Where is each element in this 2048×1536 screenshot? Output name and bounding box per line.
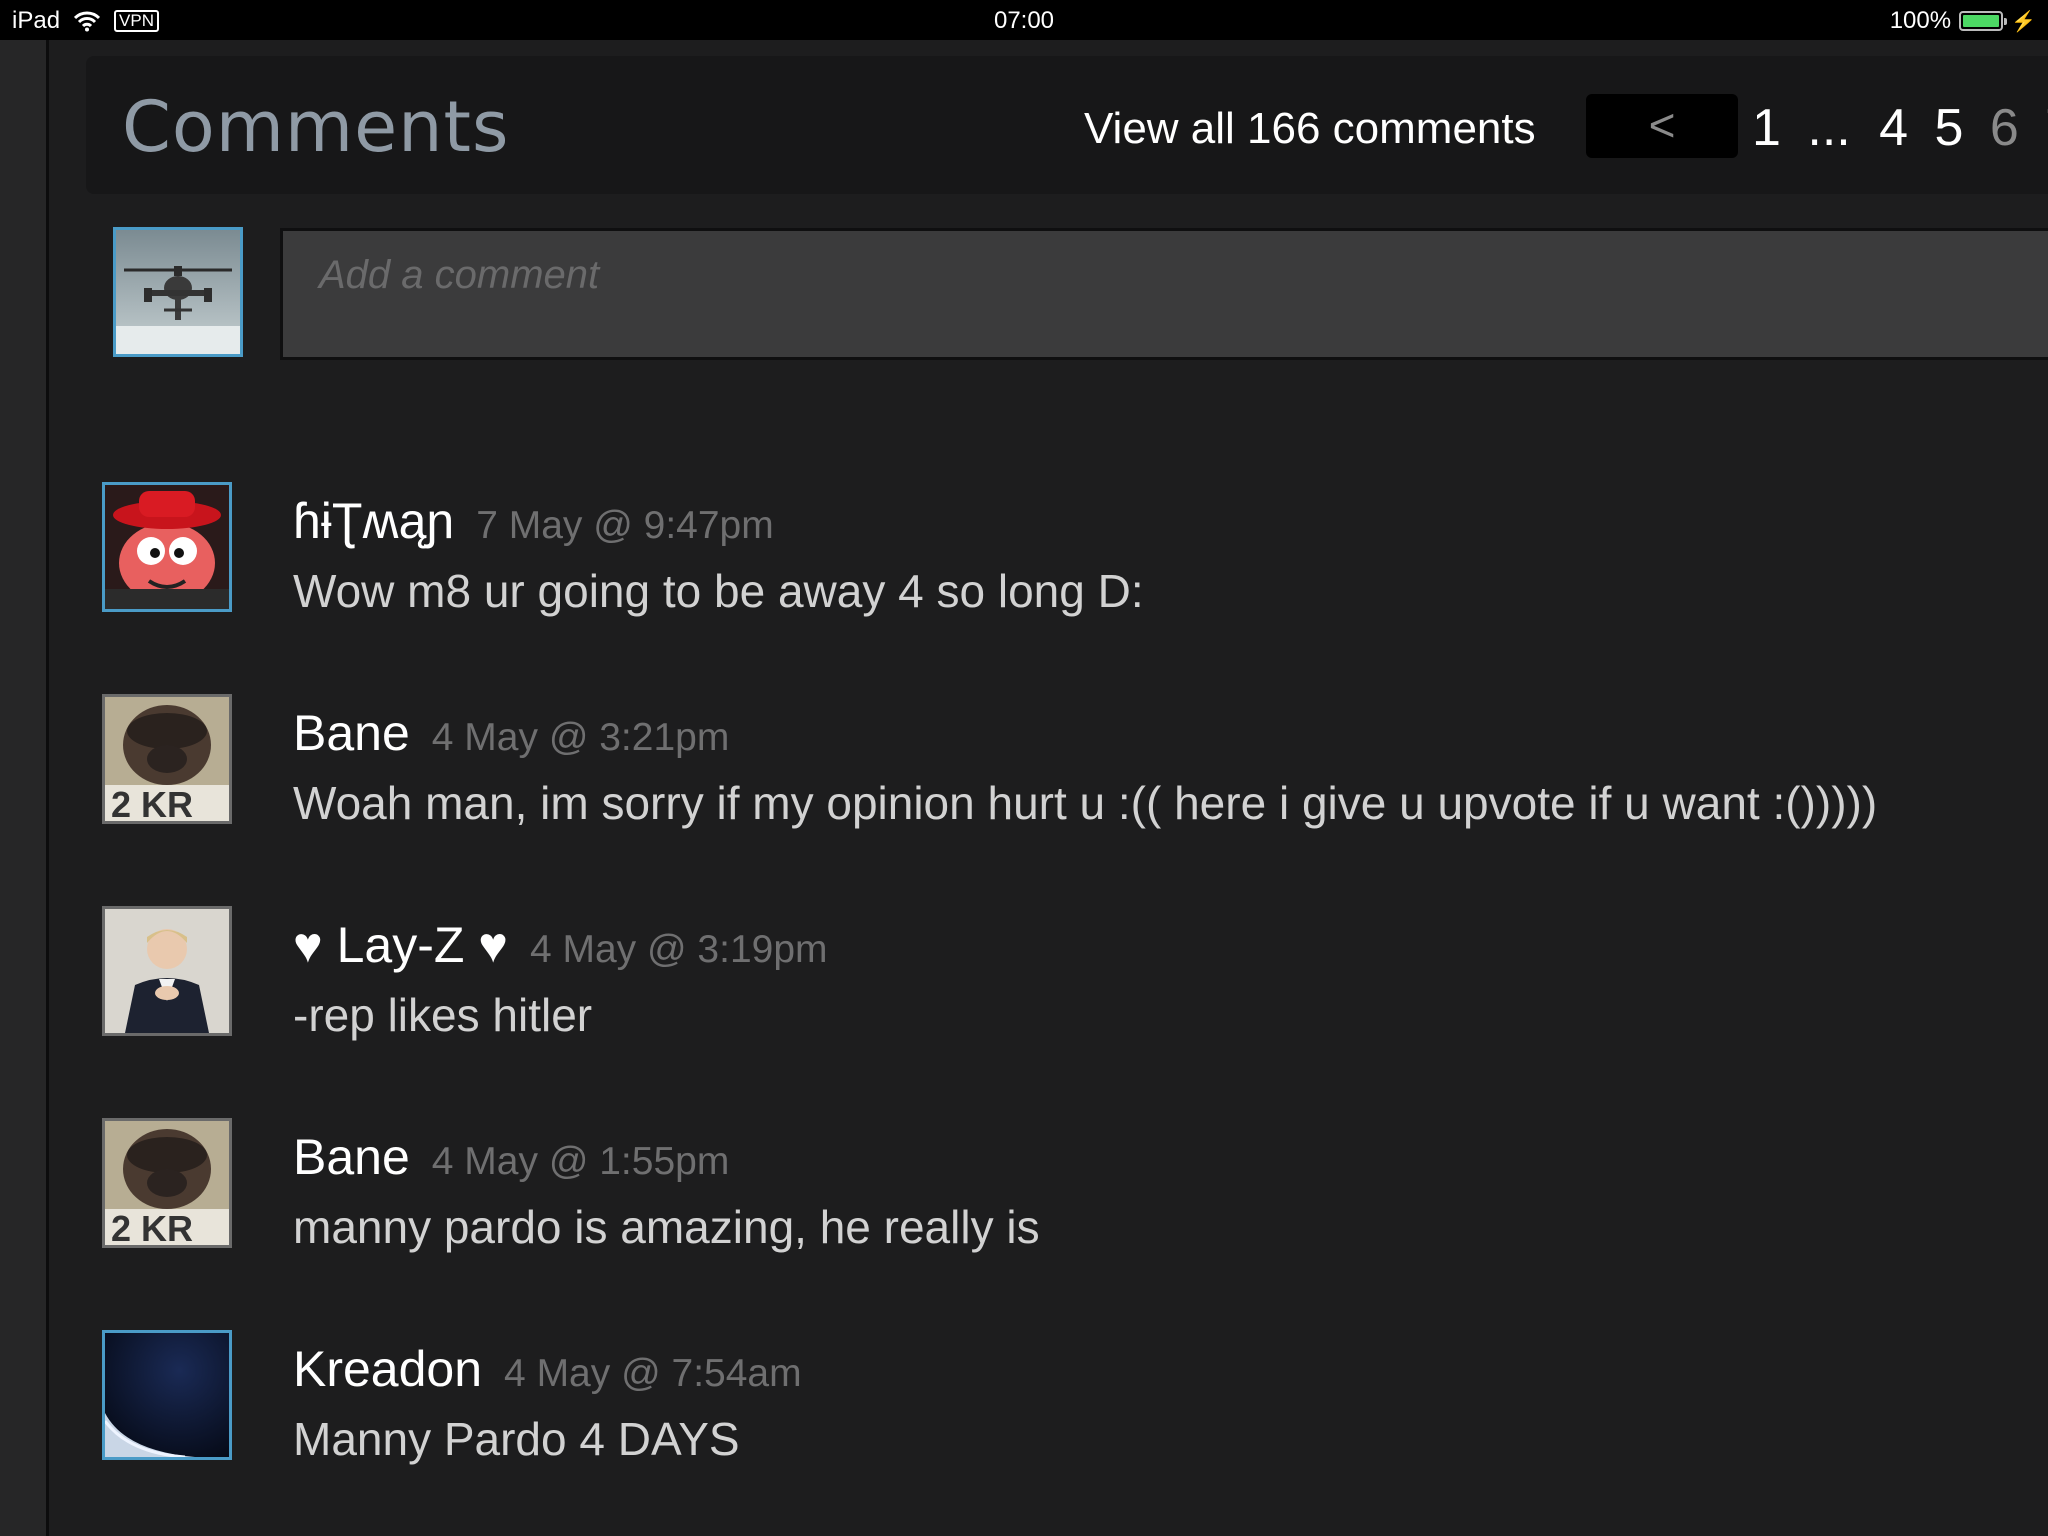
- comment-text: Manny Pardo 4 DAYS: [293, 1413, 740, 1465]
- page-link-6-current: 6: [1989, 99, 2019, 157]
- comment-timestamp: 4 May @ 3:21pm: [431, 716, 730, 759]
- comment-author[interactable]: ɦɨƮʍąɲ: [293, 493, 454, 549]
- page-ellipsis: ...: [1807, 99, 1851, 157]
- svg-text:2 KR: 2 KR: [111, 784, 193, 821]
- comments-header: Comments View all 166 comments < 1 ... 4…: [86, 56, 2048, 194]
- battery-icon: [1959, 11, 2008, 31]
- comment-item: ♥ Lay-Z ♥ 4 May @ 3:19pm -rep likes hitle…: [102, 906, 2042, 1046]
- add-comment-input[interactable]: [280, 228, 2048, 360]
- suited-man-avatar-icon: [105, 909, 229, 1033]
- clock: 07:00: [993, 7, 1055, 34]
- commenter-avatar[interactable]: [102, 1330, 232, 1460]
- battery-percent: 100%: [1889, 7, 1952, 34]
- current-user-avatar: [113, 227, 243, 357]
- comment-timestamp: 7 May @ 9:47pm: [476, 504, 774, 547]
- comment-item: ɦɨƮʍąɲ 7 May @ 9:47pm Wow m8 ur going to …: [102, 482, 2042, 622]
- planet-horizon-avatar-icon: [105, 1333, 229, 1457]
- comment-author[interactable]: ♥ Lay-Z ♥: [293, 917, 508, 973]
- page-link-1[interactable]: 1: [1752, 99, 1781, 157]
- charging-icon: ⚡: [2011, 10, 2036, 33]
- helicopter-avatar-icon: [116, 230, 240, 354]
- commenter-avatar[interactable]: [102, 482, 232, 612]
- comment-timestamp: 4 May @ 7:54am: [504, 1352, 802, 1395]
- comment-header: Bane 4 May @ 1:55pm: [293, 1128, 729, 1186]
- comment-item: Kreadon 4 May @ 7:54am Manny Pardo 4 DAYS: [102, 1330, 2042, 1470]
- commenter-avatar[interactable]: [102, 906, 232, 1036]
- comment-author[interactable]: Bane: [293, 705, 410, 761]
- left-panel-edge: [0, 40, 49, 1536]
- comment-timestamp: 4 May @ 3:19pm: [529, 928, 828, 971]
- comment-item: 2 KR Bane 4 May @ 1:55pm manny pardo is a…: [102, 1118, 2042, 1258]
- comment-text: Woah man, im sorry if my opinion hurt u …: [293, 777, 1878, 829]
- status-bar: iPad VPN 07:00 100% ⚡: [0, 0, 2048, 40]
- comment-author[interactable]: Kreadon: [293, 1341, 482, 1397]
- comment-text: -rep likes hitler: [293, 989, 593, 1041]
- page-link-4[interactable]: 4: [1879, 99, 1908, 157]
- svg-text:2 KR: 2 KR: [111, 1208, 193, 1245]
- commenter-avatar[interactable]: 2 KR: [102, 1118, 232, 1248]
- comment-header: Kreadon 4 May @ 7:54am: [293, 1340, 802, 1398]
- commenter-avatar[interactable]: 2 KR: [102, 694, 232, 824]
- comment-author[interactable]: Bane: [293, 1129, 410, 1185]
- previous-page-button[interactable]: <: [1586, 94, 1738, 158]
- battery-fill: [1963, 15, 2000, 27]
- masked-bear-avatar-icon: 2 KR: [105, 697, 229, 821]
- comment-timestamp: 4 May @ 1:55pm: [431, 1140, 730, 1183]
- masked-bear-avatar-icon: 2 KR: [105, 1121, 229, 1245]
- pagination: 1 ... 4 5 6 7 8: [1752, 98, 2048, 158]
- comment-header: Bane 4 May @ 3:21pm: [293, 704, 729, 762]
- comment-item: 2 KR Bane 4 May @ 3:21pm Woah man, im sor…: [102, 694, 2042, 834]
- comment-text: manny pardo is amazing, he really is: [293, 1201, 1040, 1253]
- page-title: Comments: [122, 86, 510, 168]
- status-right: 100% ⚡: [1890, 7, 2036, 35]
- comment-header: ♥ Lay-Z ♥ 4 May @ 3:19pm: [293, 916, 828, 974]
- red-hat-cartoon-avatar-icon: [105, 485, 229, 609]
- comment-header: ɦɨƮʍąɲ 7 May @ 9:47pm: [293, 492, 774, 550]
- comment-text: Wow m8 ur going to be away 4 so long D:: [293, 565, 1144, 617]
- page-link-5[interactable]: 5: [1935, 99, 1964, 157]
- view-all-comments-link[interactable]: View all 166 comments: [1084, 104, 1536, 154]
